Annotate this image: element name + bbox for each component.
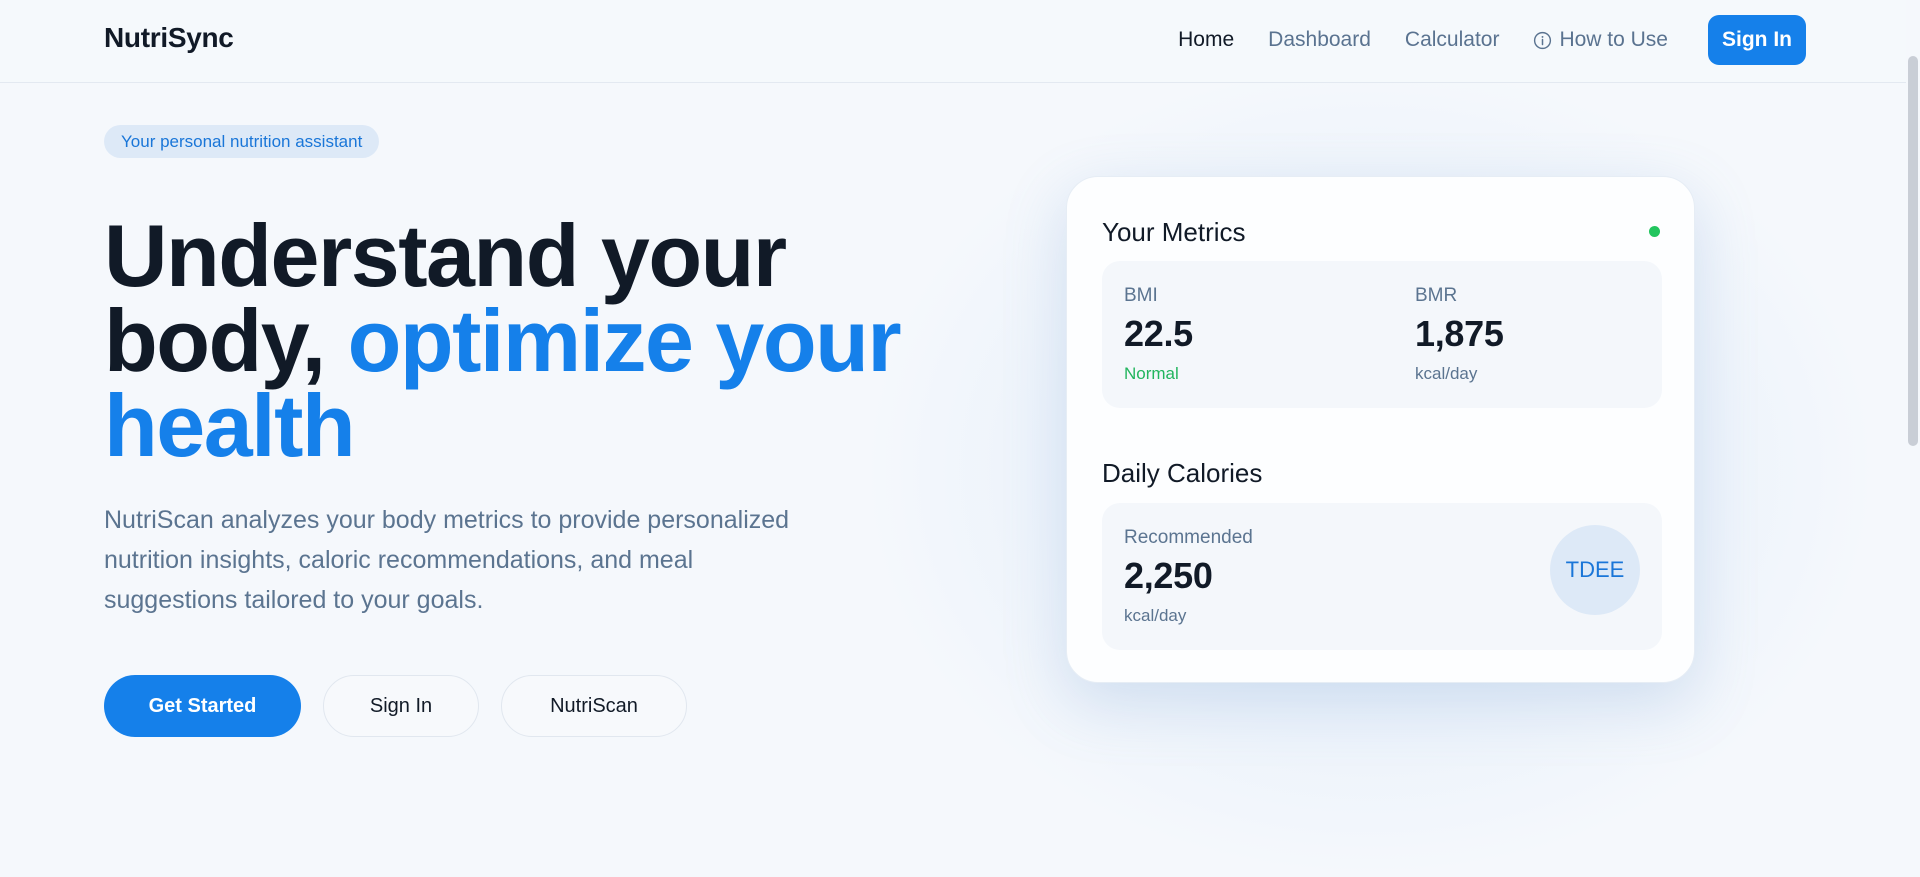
- recommended-unit: kcal/day: [1124, 606, 1187, 625]
- cta-buttons: Get Started Sign In NutriScan: [104, 675, 687, 737]
- metrics-panel: BMI 22.5 Normal BMR 1,875 kcal/day: [1102, 261, 1662, 408]
- bmi-metric: BMI 22.5 Normal: [1124, 285, 1193, 384]
- top-navbar: NutriSync Home Dashboard Calculator How …: [0, 0, 1920, 83]
- bmi-status: Normal: [1124, 364, 1179, 383]
- status-indicator: [1649, 226, 1660, 237]
- bmr-unit: kcal/day: [1415, 364, 1478, 383]
- scrollbar[interactable]: [1906, 0, 1920, 877]
- metrics-card: Your Metrics BMI 22.5 Normal BMR 1,875 k…: [1066, 176, 1695, 683]
- nav-home[interactable]: Home: [1178, 28, 1234, 52]
- daily-calories-title: Daily Calories: [1102, 458, 1263, 488]
- get-started-button[interactable]: Get Started: [104, 675, 301, 737]
- tagline-badge: Your personal nutrition assistant: [104, 125, 380, 158]
- bmi-value: 22.5: [1124, 313, 1193, 354]
- brand-logo[interactable]: NutriSync: [104, 22, 234, 54]
- page: NutriSync Home Dashboard Calculator How …: [0, 0, 1920, 877]
- nav-how-to-use-label: How to Use: [1559, 28, 1668, 51]
- nav-how-to-use[interactable]: How to Use: [1533, 28, 1668, 52]
- sign-in-button[interactable]: Sign In: [323, 675, 479, 737]
- bmr-metric: BMR 1,875 kcal/day: [1415, 285, 1504, 384]
- bmr-label: BMR: [1415, 285, 1458, 306]
- header-sign-in-button[interactable]: Sign In: [1708, 15, 1806, 65]
- metrics-title: Your Metrics: [1102, 217, 1246, 247]
- bmi-label: BMI: [1124, 285, 1158, 306]
- bmr-value: 1,875: [1415, 313, 1504, 354]
- info-icon: [1534, 31, 1552, 49]
- nav-calculator[interactable]: Calculator: [1405, 28, 1500, 52]
- recommended-label: Recommended: [1124, 527, 1253, 548]
- main-nav: Home Dashboard Calculator How to Use Sig…: [1178, 15, 1920, 65]
- recommended-calories: Recommended 2,250 kcal/day: [1124, 527, 1253, 626]
- calories-panel: Recommended 2,250 kcal/day TDEE: [1102, 503, 1662, 650]
- recommended-value: 2,250: [1124, 555, 1213, 596]
- hero-headline: Understand your body, optimize your heal…: [104, 212, 924, 470]
- scrollbar-thumb[interactable]: [1908, 56, 1918, 446]
- nav-dashboard[interactable]: Dashboard: [1268, 28, 1371, 52]
- nutriscan-button[interactable]: NutriScan: [501, 675, 687, 737]
- hero-description: NutriScan analyzes your body metrics to …: [104, 506, 790, 614]
- tdee-badge: TDEE: [1550, 525, 1640, 615]
